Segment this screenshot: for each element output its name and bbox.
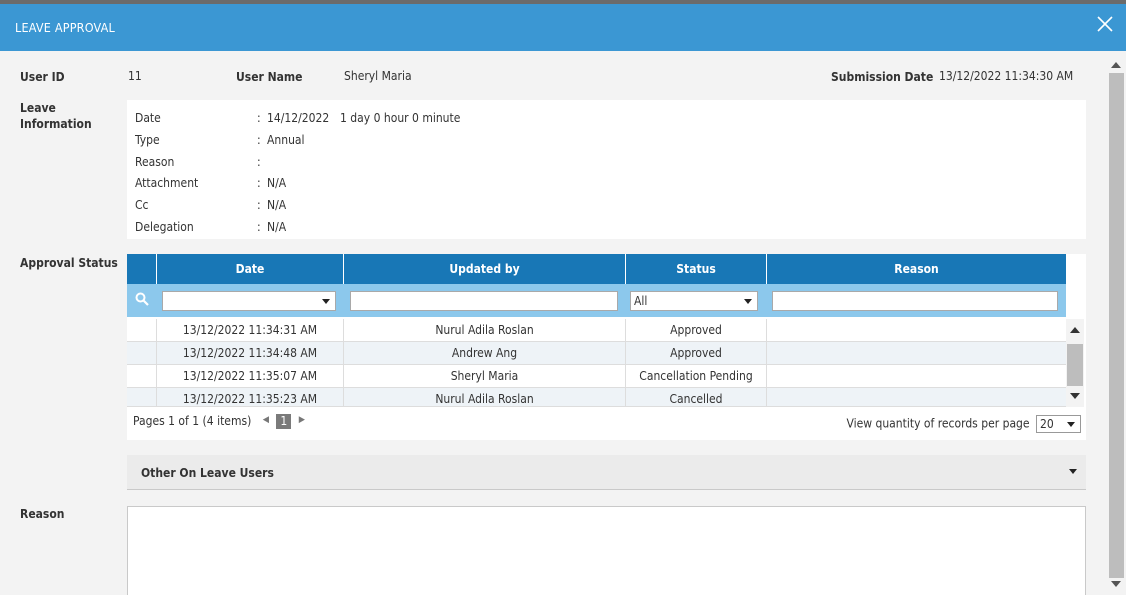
chevron-down-icon [322,299,330,304]
user-name-label: User Name [236,70,303,84]
cell-status: Cancelled [625,388,766,406]
cell-status: Approved [625,319,766,341]
cell-reason [766,342,1066,364]
cell-updated-by: Nurul Adila Roslan [343,388,625,406]
cell-status: Approved [625,342,766,364]
grid-filter-row: All [127,284,1066,317]
status-filter-select[interactable]: All [630,291,758,311]
next-page-icon[interactable]: ▶ [299,415,305,425]
reason-textarea[interactable] [127,506,1086,595]
user-name-value: Sheryl Maria [344,69,412,83]
table-row[interactable]: 13/12/2022 11:34:48 AM Andrew Ang Approv… [127,342,1066,365]
leave-info-key: Type [135,133,160,147]
submission-date-label: Submission Date [831,70,934,84]
leave-info-key: Attachment [135,176,199,190]
leave-info-value: 14/12/2022 [267,111,330,125]
cell-date: 13/12/2022 11:35:07 AM [156,365,343,387]
per-page-select[interactable]: 20 [1036,415,1081,433]
cell-reason [766,388,1066,406]
leave-info-key: Delegation [135,220,194,234]
column-header-updated-by[interactable]: Updated by [343,254,625,284]
column-header-status[interactable]: Status [625,254,766,284]
submission-date-value: 13/12/2022 11:34:30 AM [939,69,1074,83]
status-filter-value: All [634,294,648,308]
column-header-reason[interactable]: Reason [766,254,1066,284]
table-row[interactable]: 13/12/2022 11:35:07 AM Sheryl Maria Canc… [127,365,1066,388]
per-page-label: View quantity of records per page [846,416,1030,431]
cell-updated-by: Nurul Adila Roslan [343,319,625,341]
scroll-down-icon[interactable] [1111,581,1121,587]
cell-updated-by: Sheryl Maria [343,365,625,387]
leave-info-label-1: Leave [20,101,56,115]
table-row[interactable]: 13/12/2022 11:35:23 AM Nurul Adila Rosla… [127,388,1066,407]
other-on-leave-accordion[interactable]: Other On Leave Users [127,455,1086,490]
chevron-down-icon [1069,469,1077,474]
leave-info-value: N/A [267,220,287,234]
scroll-up-icon[interactable] [1111,62,1121,68]
leave-info-key: Date [135,111,161,125]
user-id-label: User ID [20,70,65,84]
search-icon [135,292,149,306]
scroll-thumb[interactable] [1109,73,1124,578]
per-page-value: 20 [1040,417,1054,431]
dialog-scrollbar[interactable] [1107,57,1125,595]
cell-reason [766,365,1066,387]
scroll-down-icon[interactable] [1070,393,1080,399]
leave-approval-dialog: LEAVE APPROVAL User ID 11 User Name Sher… [0,4,1126,595]
chevron-down-icon [744,299,752,304]
approval-grid: Date Updated by Status Reason All 13/12/… [127,254,1086,440]
leave-info-key: Reason [135,155,175,169]
dialog-titlebar: LEAVE APPROVAL [0,4,1126,51]
reason-label: Reason [20,507,65,521]
date-filter-select[interactable] [162,291,336,311]
cell-date: 13/12/2022 11:34:48 AM [156,342,343,364]
scroll-up-icon[interactable] [1070,327,1080,333]
updated-by-filter-input[interactable] [350,291,618,311]
cell-date: 13/12/2022 11:34:31 AM [156,319,343,341]
table-row[interactable]: 13/12/2022 11:34:31 AM Nurul Adila Rosla… [127,319,1066,342]
user-id-value: 11 [128,69,142,83]
chevron-down-icon [1067,422,1075,427]
leave-info-value: Annual [267,133,305,147]
per-page-control: View quantity of records per page 20 [846,415,1081,433]
leave-duration: 1 day 0 hour 0 minute [340,111,461,125]
cell-status: Cancellation Pending [625,365,766,387]
leave-info-key: Cc [135,198,149,212]
close-icon[interactable] [1096,15,1114,33]
column-header-date[interactable]: Date [156,254,343,284]
leave-info-label-2: Information [20,117,92,131]
reason-filter-input[interactable] [772,291,1058,311]
grid-scrollbar[interactable] [1066,319,1084,407]
cell-date: 13/12/2022 11:35:23 AM [156,388,343,406]
leave-info-panel: Date : 14/12/2022 1 day 0 hour 0 minute … [127,100,1086,239]
page-number-button[interactable]: 1 [276,414,292,429]
cell-updated-by: Andrew Ang [343,342,625,364]
leave-info-value: N/A [267,198,287,212]
dialog-title: LEAVE APPROVAL [15,20,115,35]
other-on-leave-label: Other On Leave Users [141,466,274,480]
scroll-thumb[interactable] [1067,344,1083,386]
pager-summary: Pages 1 of 1 (4 items) [133,414,252,428]
prev-page-icon[interactable]: ◀ [263,415,269,425]
grid-header: Date Updated by Status Reason [127,254,1066,284]
leave-info-value: N/A [267,176,287,190]
cell-reason [766,319,1066,341]
approval-status-label: Approval Status [20,256,118,270]
pager: Pages 1 of 1 (4 items) ◀ 1 ▶ [133,414,305,429]
